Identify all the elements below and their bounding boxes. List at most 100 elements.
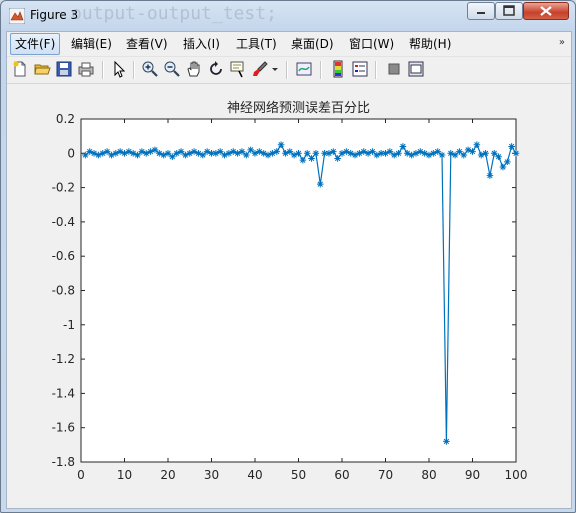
menu-tools[interactable]: 工具(T) — [232, 35, 281, 53]
x-tick-label: 50 — [291, 468, 306, 482]
x-tick-label: 80 — [421, 468, 436, 482]
data-point-marker — [151, 146, 159, 154]
data-point-marker — [486, 172, 494, 179]
menu-file[interactable]: 文件(F) — [10, 33, 61, 55]
data-point-marker — [82, 151, 89, 159]
x-tick-label: 90 — [465, 468, 480, 482]
y-tick-label: -1.8 — [52, 455, 75, 469]
link-plot-icon[interactable] — [295, 60, 313, 78]
rotate-3d-icon[interactable] — [207, 60, 225, 78]
toolbar-separator — [102, 61, 104, 79]
new-figure-icon[interactable] — [11, 60, 29, 78]
data-point-marker — [316, 180, 324, 188]
data-point-marker — [216, 148, 224, 155]
menu-edit[interactable]: 编辑(E) — [67, 35, 116, 53]
data-point-marker — [504, 158, 511, 166]
data-point-marker — [334, 155, 341, 162]
data-point-marker — [299, 156, 307, 164]
menu-help[interactable]: 帮助(H) — [405, 35, 455, 53]
y-tick-label: -1.4 — [52, 386, 75, 400]
plot-svg: 神经网络预测误差百分比 0 10 20 30 40 50 60 70 80 90 100 0.20-… — [52, 100, 528, 482]
data-point-marker — [103, 148, 111, 155]
chart-title: 神经网络预测误差百分比 — [227, 100, 370, 116]
menu-desktop[interactable]: 桌面(D) — [287, 35, 338, 53]
menu-insert[interactable]: 插入(I) — [179, 35, 224, 53]
data-point-marker — [369, 148, 376, 155]
insert-legend-icon[interactable] — [351, 60, 369, 78]
data-point-marker — [247, 146, 254, 154]
y-tick-label: 0 — [67, 146, 75, 160]
toolbar-separator — [375, 61, 377, 79]
data-point-marker — [438, 151, 446, 159]
minimize-icon — [477, 12, 485, 14]
matlab-icon — [9, 8, 25, 24]
open-file-icon[interactable] — [33, 60, 51, 78]
figure-canvas[interactable]: 神经网络预测误差百分比 0 10 20 30 40 50 60 70 80 90 100 0.2 0-… — [7, 84, 571, 508]
pan-hand-icon[interactable] — [185, 60, 203, 78]
data-point-marker — [238, 148, 246, 155]
data-point-marker — [286, 148, 294, 155]
x-tick-label: 10 — [117, 468, 132, 482]
toolbar — [7, 57, 571, 84]
show-plot-tools-icon[interactable] — [407, 60, 425, 78]
data-point-marker — [499, 163, 507, 171]
data-point-marker — [495, 153, 502, 161]
data-point-marker — [508, 143, 515, 150]
insert-colorbar-icon[interactable] — [329, 60, 347, 78]
select-arrow-icon[interactable] — [110, 60, 128, 78]
data-point-marker — [134, 151, 141, 159]
y-tick-label: -1.2 — [52, 352, 75, 366]
zoom-in-icon[interactable] — [141, 60, 159, 78]
chevron-double-icon[interactable]: » — [559, 37, 565, 48]
y-tick-label: -0.8 — [52, 284, 75, 298]
toolbar-separator — [320, 61, 322, 79]
maximize-icon — [503, 5, 515, 16]
data-point-marker — [443, 438, 450, 445]
data-point-marker — [330, 148, 337, 155]
data-point-marker — [243, 151, 250, 159]
data-point-marker — [482, 150, 489, 157]
background-window-text: output-output_test; — [71, 3, 277, 24]
zoom-out-icon[interactable] — [163, 60, 181, 78]
data-point-marker — [199, 151, 207, 159]
title-bar[interactable]: Figure 3 output-output_test; — [1, 1, 575, 31]
data-point-marker — [295, 150, 302, 157]
close-icon — [540, 6, 552, 16]
hide-plot-tools-icon[interactable] — [385, 60, 403, 78]
minimize-button[interactable] — [467, 2, 495, 20]
y-tick-label: -0.4 — [52, 215, 75, 229]
data-point-marker — [456, 148, 463, 155]
y-tick-label: -0.6 — [52, 249, 75, 263]
x-tick-label: 100 — [505, 468, 528, 482]
close-button[interactable] — [523, 2, 569, 20]
data-point-marker — [303, 150, 311, 157]
brush-dropdown-icon[interactable] — [270, 60, 280, 78]
print-icon[interactable] — [77, 60, 95, 78]
data-point-marker — [164, 150, 172, 157]
data-cursor-icon[interactable] — [229, 60, 247, 78]
data-point-marker — [308, 155, 315, 162]
x-tick-label: 70 — [378, 468, 393, 482]
data-point-marker — [399, 143, 407, 150]
brush-icon[interactable] — [251, 60, 269, 78]
x-tick-label: 20 — [160, 468, 175, 482]
menu-view[interactable]: 查看(V) — [122, 35, 172, 53]
y-tick-label: 0.2 — [56, 112, 75, 126]
y-tick-label: -1 — [63, 318, 75, 332]
x-tick-label: 30 — [204, 468, 219, 482]
data-point-marker — [177, 148, 185, 155]
menu-window[interactable]: 窗口(W) — [345, 35, 398, 53]
data-point-marker — [512, 150, 520, 157]
data-point-marker — [434, 148, 441, 155]
save-icon[interactable] — [55, 60, 73, 78]
figure-client-area: 文件(F) 编辑(E) 查看(V) 插入(I) 工具(T) 桌面(D) 窗口(W… — [6, 31, 572, 509]
x-tick-label: 0 — [77, 468, 85, 482]
data-point-marker — [395, 150, 402, 157]
y-tick-label: -0.2 — [52, 181, 75, 195]
maximize-button[interactable] — [495, 2, 523, 20]
data-point-marker — [469, 148, 476, 155]
data-point-marker — [273, 148, 281, 155]
data-point-marker — [451, 151, 459, 159]
figure-window: Figure 3 output-output_test; 文件(F) 编辑(E)… — [0, 0, 576, 513]
data-point-marker — [312, 150, 320, 157]
